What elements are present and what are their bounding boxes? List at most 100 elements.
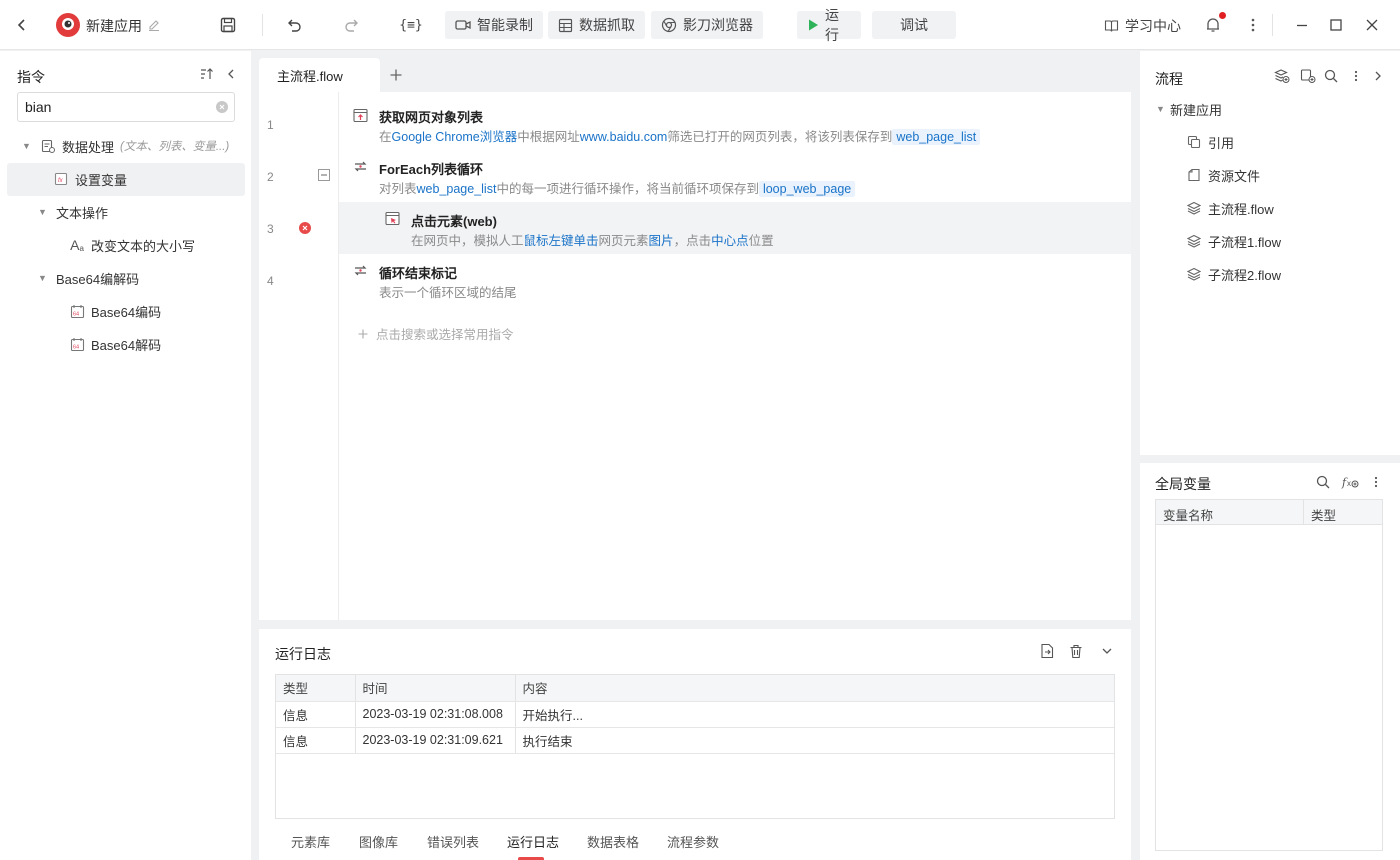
tab-data-table[interactable]: 数据表格 (587, 832, 639, 851)
chevron-right-icon[interactable] (1366, 64, 1390, 88)
log-time: 2023-03-19 02:31:09.621 (355, 727, 516, 754)
tree-item-data-processing[interactable]: ▼ 数据处理 (文本、列表、变量...) (22, 130, 229, 162)
error-breakpoint-icon[interactable] (299, 222, 311, 234)
tab-error-list[interactable]: 错误列表 (427, 832, 479, 851)
add-variable-fx-icon[interactable]: fx (1338, 470, 1362, 494)
sort-icon[interactable] (195, 62, 219, 86)
learning-center-link[interactable]: 学习中心 (1104, 16, 1181, 36)
command-search-input[interactable] (25, 97, 205, 117)
column-header[interactable]: 类型 (1311, 505, 1336, 524)
tree-item-base64[interactable]: ▼ Base64编解码 (38, 262, 139, 294)
search-icon[interactable] (1311, 470, 1335, 494)
edit-pencil-icon[interactable] (142, 13, 166, 37)
editor-tab-bar: 主流程.flow (259, 58, 1131, 92)
export-log-icon[interactable] (1035, 639, 1059, 663)
column-header[interactable]: 内容 (515, 675, 1114, 702)
tree-item-label: Base64编解码 (56, 271, 140, 287)
app-title: 新建应用 (86, 18, 142, 34)
add-resource-icon[interactable] (1296, 64, 1320, 88)
step-title[interactable]: 获取网页对象列表 (379, 107, 483, 126)
flow-item-label: 子流程2.flow (1208, 267, 1281, 283)
flow-item-resources[interactable]: 资源文件 (1186, 161, 1260, 189)
tree-item-change-case[interactable]: Aa 改变文本的大小写 (69, 229, 195, 261)
tab-main-flow[interactable]: 主流程.flow (259, 58, 380, 92)
step-title[interactable]: 循环结束标记 (379, 263, 457, 282)
flow-item-subflow-1[interactable]: 子流程1.flow (1186, 227, 1281, 255)
tab-flow-params[interactable]: 流程参数 (667, 832, 719, 851)
variables-icon[interactable]: {≡} (398, 13, 424, 37)
desc-highlight: www.baidu.com (579, 130, 668, 144)
tree-item-base64-decode[interactable]: 64 Base64解码 (69, 328, 161, 360)
variable-chip[interactable]: web_page_list (892, 129, 981, 145)
layers-icon (1186, 233, 1202, 249)
tab-run-log[interactable]: 运行日志 (507, 832, 559, 851)
tree-item-set-variable[interactable]: fx 设置变量 (53, 163, 127, 195)
svg-text:64: 64 (73, 344, 79, 350)
close-icon[interactable] (1360, 13, 1384, 37)
desc-text: 筛选已打开的网页列表，将该列表保存到 (667, 130, 893, 144)
app-logo (56, 13, 80, 37)
add-command-hint[interactable]: 点击搜索或选择常用指令 (358, 324, 514, 343)
flow-item-reference[interactable]: 引用 (1186, 128, 1234, 156)
add-subflow-icon[interactable] (1270, 64, 1294, 88)
redo-icon[interactable] (340, 13, 364, 37)
desc-text: 中根据网址 (517, 130, 580, 144)
flow-item-label: 资源文件 (1208, 168, 1261, 184)
tree-item-text-ops[interactable]: ▼ 文本操作 (38, 196, 108, 228)
add-command-hint-label: 点击搜索或选择常用指令 (376, 328, 514, 342)
step-description: 在Google Chrome浏览器中根据网址www.baidu.com筛选已打开… (379, 126, 981, 145)
run-button[interactable]: 运行 (797, 7, 861, 43)
undo-icon[interactable] (282, 13, 306, 37)
file-folder-icon (1186, 167, 1202, 183)
log-header-row: 类型 时间 内容 (276, 675, 1114, 702)
data-processing-icon (40, 138, 56, 154)
column-header[interactable]: 时间 (355, 675, 516, 702)
trash-icon[interactable] (1064, 639, 1088, 663)
line-number: 2 (267, 170, 274, 184)
panel-splitter[interactable] (1140, 455, 1400, 463)
command-search-box (17, 92, 235, 122)
column-header[interactable]: 变量名称 (1163, 505, 1213, 524)
search-icon[interactable] (1319, 64, 1343, 88)
debug-button[interactable]: 调试 (872, 11, 956, 39)
back-arrow-icon[interactable] (10, 13, 34, 37)
log-row[interactable]: 信息 2023-03-19 02:31:09.621 执行结束 (276, 727, 1114, 754)
flow-item-label: 主流程.flow (1208, 201, 1274, 217)
tab-image-library[interactable]: 图像库 (359, 832, 398, 851)
flow-root-item[interactable]: ▼ 新建应用 (1156, 95, 1222, 123)
column-divider (1303, 500, 1304, 525)
maximize-icon[interactable] (1324, 13, 1348, 37)
global-vars-header: 变量名称 类型 (1156, 500, 1382, 525)
more-vertical-icon[interactable] (1344, 64, 1368, 88)
flow-item-main-flow[interactable]: 主流程.flow (1186, 194, 1274, 222)
data-capture-button[interactable]: 数据抓取 (548, 11, 645, 39)
base64-decode-icon: 64 (69, 336, 85, 352)
chevron-down-icon[interactable] (1095, 639, 1119, 663)
column-header[interactable]: 类型 (276, 675, 356, 702)
minimize-icon[interactable] (1290, 13, 1314, 37)
layers-icon (1186, 266, 1202, 282)
tab-element-library[interactable]: 元素库 (291, 832, 330, 851)
collapse-block-icon[interactable] (318, 169, 330, 181)
flow-editor: 1 2 3 4 获取网页对象列表 在Google Chrome浏览器中根据网址w… (259, 92, 1131, 620)
caret-down-icon: ▼ (38, 207, 47, 217)
debug-label: 调试 (900, 17, 928, 33)
desc-text: ，点击 (673, 234, 712, 248)
smart-record-button[interactable]: 智能录制 (445, 11, 543, 39)
add-tab-icon[interactable] (384, 63, 408, 87)
clear-search-icon[interactable] (216, 101, 228, 113)
log-row[interactable]: 信息 2023-03-19 02:31:08.008 开始执行... (276, 701, 1114, 728)
step-title[interactable]: ForEach列表循环 (379, 159, 483, 178)
tree-item-base64-encode[interactable]: 64 Base64编码 (69, 295, 161, 327)
browser-button[interactable]: 影刀浏览器 (651, 11, 763, 39)
notification-bell-icon[interactable] (1201, 12, 1226, 37)
text-case-icon: Aa (70, 237, 84, 253)
save-icon[interactable] (216, 13, 240, 37)
web-page-list-icon (353, 108, 368, 123)
flow-item-subflow-2[interactable]: 子流程2.flow (1186, 260, 1281, 288)
step-title[interactable]: 点击元素(web) (411, 211, 497, 230)
variable-chip[interactable]: loop_web_page (758, 181, 856, 197)
more-vertical-icon[interactable] (1241, 13, 1265, 37)
collapse-panel-icon[interactable] (219, 62, 243, 86)
more-vertical-icon[interactable] (1364, 470, 1388, 494)
